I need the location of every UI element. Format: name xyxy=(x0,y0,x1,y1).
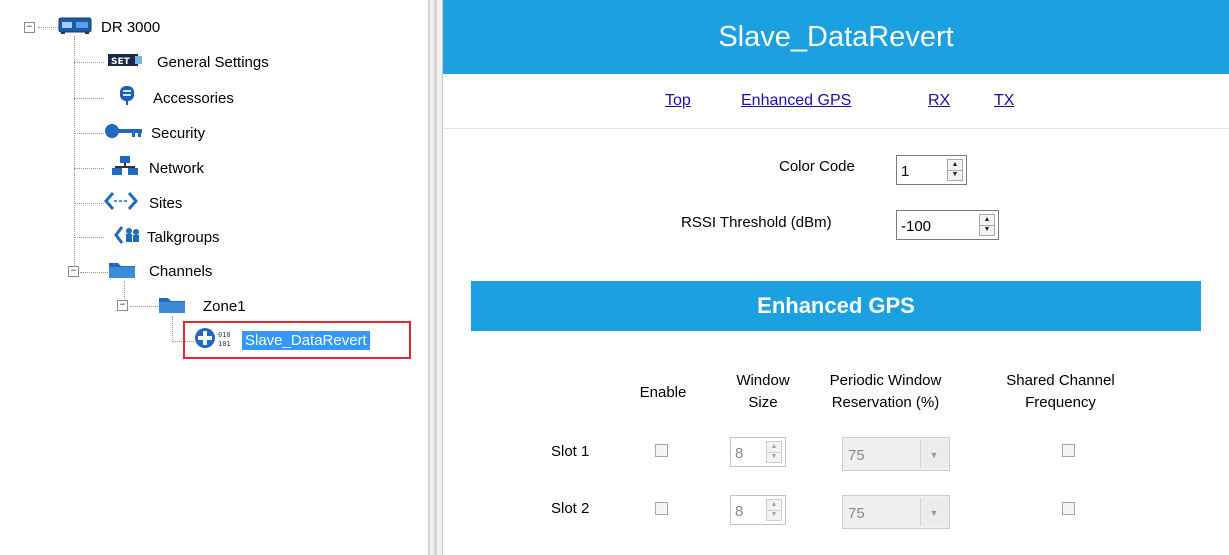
selection-highlight xyxy=(183,321,411,359)
nav-link-rx[interactable]: RX xyxy=(928,92,950,110)
slot-2-window-size-spinner[interactable]: 8 ▲ ▼ xyxy=(730,495,786,525)
folder-icon xyxy=(108,259,136,283)
nav-link-enhanced-gps[interactable]: Enhanced GPS xyxy=(741,92,851,110)
column-header-line: Periodic Window xyxy=(829,372,942,389)
tree-connector xyxy=(130,306,158,307)
slot-2-enable-checkbox[interactable] xyxy=(655,502,668,515)
tree-connector xyxy=(74,237,104,238)
tree-item-label: Channels xyxy=(149,262,213,280)
panel-splitter[interactable] xyxy=(429,0,443,555)
column-header-line: Shared Channel xyxy=(1006,372,1115,389)
divider xyxy=(443,128,1229,129)
slot-1-window-size-value: 8 xyxy=(735,445,744,462)
tree-zone-label: Zone1 xyxy=(203,297,246,315)
splitter-grip xyxy=(434,0,437,555)
sites-icon xyxy=(104,190,138,216)
slot-1-reservation-value: 75 xyxy=(848,447,865,464)
column-header-line: Reservation (%) xyxy=(831,394,940,411)
set-icon-text: SET xyxy=(111,57,131,67)
repeater-icon xyxy=(58,15,92,39)
tree-connector xyxy=(74,203,104,204)
spinner-buttons[interactable]: ▲ ▼ xyxy=(947,159,963,181)
tree-connector xyxy=(74,168,104,169)
column-header-line: Window xyxy=(736,372,790,389)
column-header-shared-frequency: Shared Channel Frequency xyxy=(988,370,1133,414)
slot-1-shared-frequency-checkbox[interactable] xyxy=(1062,444,1075,457)
slot-2-reservation-value: 75 xyxy=(848,505,865,522)
tree-connector xyxy=(74,62,104,63)
spinner-buttons[interactable]: ▲ ▼ xyxy=(766,441,782,463)
set-icon: SET xyxy=(108,52,148,72)
tree-item-label: General Settings xyxy=(157,53,269,71)
slot-2-label: Slot 2 xyxy=(551,500,590,517)
column-header-enable: Enable xyxy=(639,384,687,401)
slot-1-enable-checkbox[interactable] xyxy=(655,444,668,457)
chevron-down-icon[interactable]: ▼ xyxy=(920,498,947,526)
collapse-icon[interactable]: − xyxy=(24,22,35,33)
slot-1-reservation-dropdown[interactable]: 75 ▼ xyxy=(842,437,950,471)
tree-connector xyxy=(38,27,58,28)
tree-connector xyxy=(74,36,75,274)
slot-2-window-size-value: 8 xyxy=(735,503,744,520)
tree-connector xyxy=(74,133,104,134)
slot-1-window-size-spinner[interactable]: 8 ▲ ▼ xyxy=(730,437,786,467)
tree-item-sites[interactable]: Sites xyxy=(104,191,185,215)
spinner-buttons[interactable]: ▲ ▼ xyxy=(766,499,782,521)
tree-connector xyxy=(80,272,108,273)
key-icon xyxy=(104,123,144,143)
section-nav: Top Enhanced GPS RX TX xyxy=(443,92,1229,116)
rssi-threshold-value: -100 xyxy=(901,218,932,235)
spinner-buttons[interactable]: ▲ ▼ xyxy=(979,214,995,236)
page-title: Slave_DataRevert xyxy=(443,0,1229,74)
spinner-down-icon[interactable]: ▼ xyxy=(767,510,781,520)
column-header-line: Size xyxy=(748,394,778,411)
nav-link-tx[interactable]: TX xyxy=(994,92,1014,110)
rssi-threshold-spinner[interactable]: -100 ▲ ▼ xyxy=(896,210,999,240)
color-code-label: Color Code xyxy=(779,158,855,175)
collapse-icon[interactable]: − xyxy=(117,300,128,311)
color-code-value: 1 xyxy=(901,163,910,180)
tree-root-label: DR 3000 xyxy=(101,18,161,36)
tree-item-security[interactable]: Security xyxy=(104,121,208,145)
channel-settings-panel: Slave_DataRevert Top Enhanced GPS RX TX … xyxy=(443,0,1229,555)
tree-connector xyxy=(74,98,104,99)
chevron-down-icon[interactable]: ▼ xyxy=(920,440,947,468)
tree-item-label: Sites xyxy=(149,194,183,212)
column-header-window-size: Window Size xyxy=(713,370,813,414)
tree-item-label: Talkgroups xyxy=(147,228,220,246)
rssi-threshold-label: RSSI Threshold (dBm) xyxy=(681,214,832,231)
spinner-down-icon[interactable]: ▼ xyxy=(980,225,994,235)
microphone-icon xyxy=(118,85,136,111)
tree-connector xyxy=(172,316,173,342)
tree-item-network[interactable]: Network xyxy=(112,156,207,180)
tree-item-talkgroups[interactable]: Talkgroups xyxy=(114,225,223,249)
tree-item-label: Network xyxy=(149,159,205,177)
section-header-enhanced-gps: Enhanced GPS xyxy=(471,281,1201,331)
slot-2-reservation-dropdown[interactable]: 75 ▼ xyxy=(842,495,950,529)
tree-node-root[interactable]: DR 3000 xyxy=(58,15,163,39)
tree-item-label: Security xyxy=(151,124,206,142)
folder-icon xyxy=(158,294,186,318)
tree-item-accessories[interactable]: Accessories xyxy=(118,86,237,110)
tree-item-channels[interactable]: Channels xyxy=(108,259,215,283)
nav-link-top[interactable]: Top xyxy=(665,92,691,110)
spinner-down-icon[interactable]: ▼ xyxy=(767,452,781,462)
tree-item-zone[interactable]: Zone1 xyxy=(158,294,249,318)
talkgroups-icon xyxy=(114,224,140,250)
spinner-down-icon[interactable]: ▼ xyxy=(948,170,962,180)
color-code-spinner[interactable]: 1 ▲ ▼ xyxy=(896,155,967,185)
tree-item-general-settings[interactable]: SET General Settings xyxy=(108,50,272,74)
slot-1-label: Slot 1 xyxy=(551,443,590,460)
column-header-reservation: Periodic Window Reservation (%) xyxy=(813,370,958,414)
network-icon xyxy=(112,155,138,181)
tree-item-label: Accessories xyxy=(153,89,234,107)
device-tree[interactable]: − DR 3000 SET General Settings Accessori… xyxy=(0,0,429,555)
column-header-line: Frequency xyxy=(1025,394,1096,411)
collapse-icon[interactable]: − xyxy=(68,266,79,277)
slot-2-shared-frequency-checkbox[interactable] xyxy=(1062,502,1075,515)
